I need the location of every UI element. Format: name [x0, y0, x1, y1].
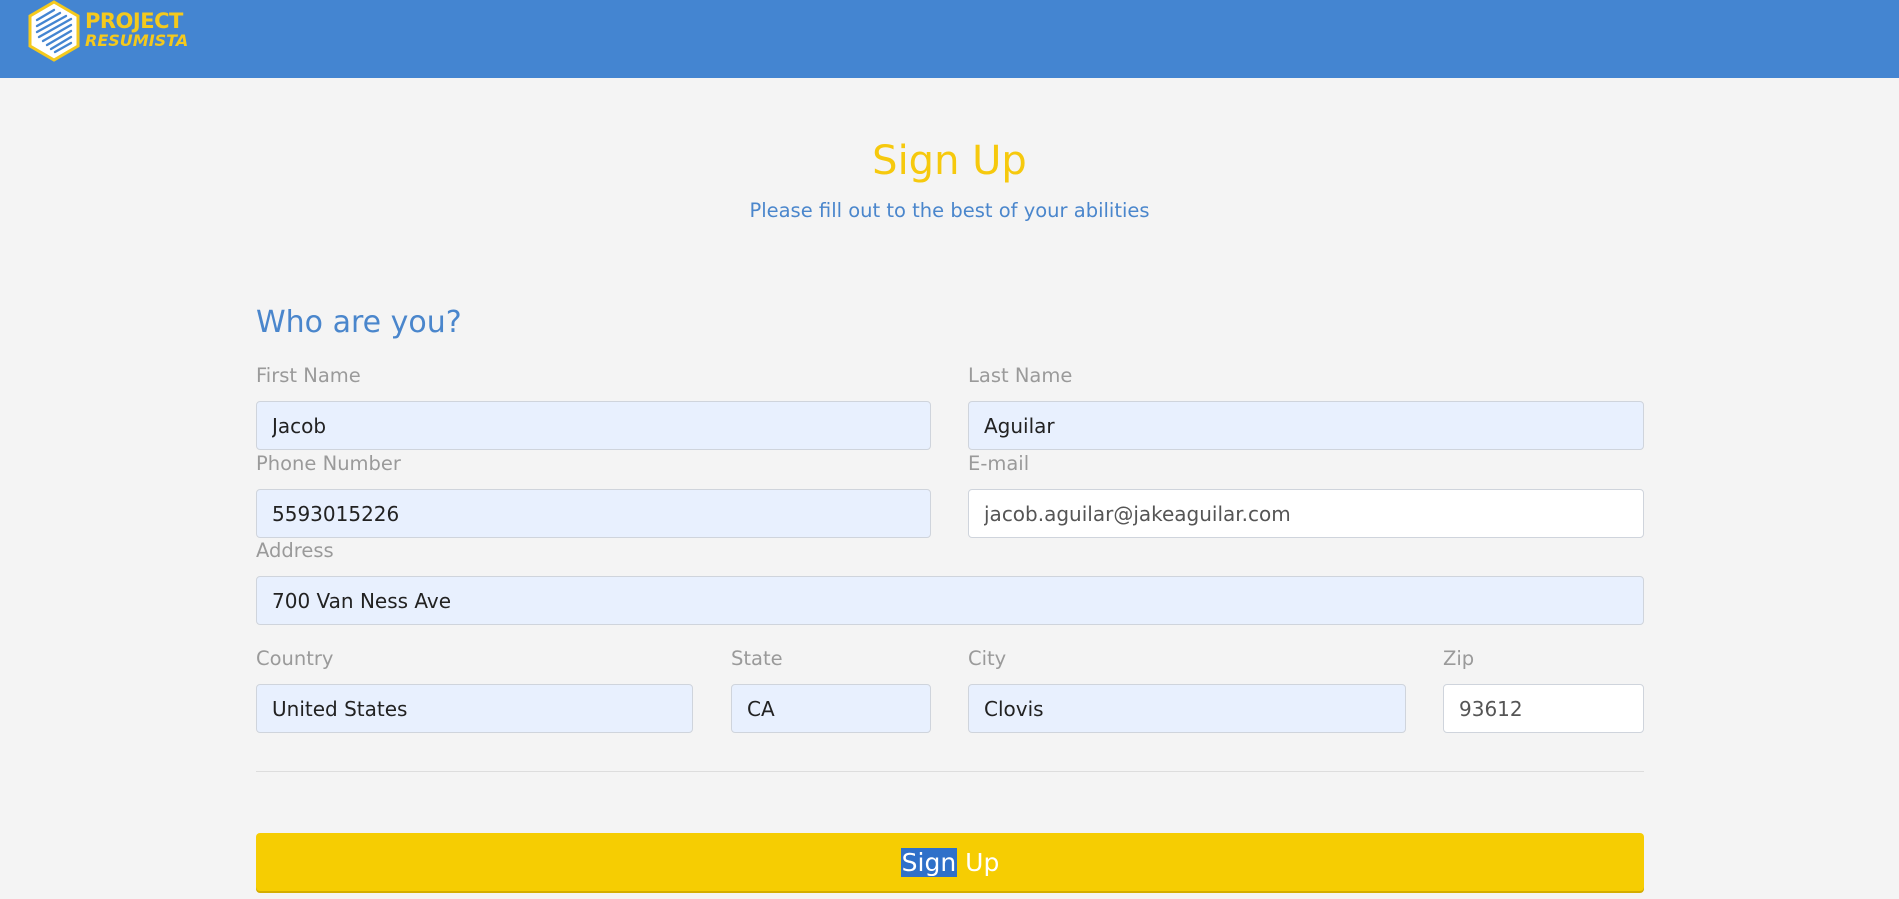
phone-field[interactable] [256, 489, 931, 538]
last-name-label: Last Name [968, 364, 1073, 387]
header-bar: PROJECT RESUMISTA [0, 0, 1899, 78]
email-field[interactable] [968, 489, 1644, 538]
first-name-label: First Name [256, 364, 361, 387]
first-name-field[interactable] [256, 401, 931, 450]
zip-label: Zip [1443, 647, 1475, 670]
zip-field[interactable] [1443, 684, 1644, 733]
page-subtitle: Please fill out to the best of your abil… [749, 199, 1150, 222]
sign-up-button[interactable]: Sign Up [256, 833, 1644, 891]
brand-logo[interactable]: PROJECT RESUMISTA [27, 0, 188, 62]
page-title: Sign Up [872, 138, 1027, 184]
city-label: City [968, 647, 1007, 670]
address-label: Address [256, 539, 334, 562]
last-name-field[interactable] [968, 401, 1644, 450]
brand-name-line1: PROJECT [85, 8, 183, 33]
brand-name: PROJECT RESUMISTA [85, 8, 189, 50]
section-title: Who are you? [256, 305, 462, 340]
selected-text: Sign [900, 847, 958, 877]
brand-name-line2: RESUMISTA [85, 30, 189, 50]
divider [256, 771, 1644, 772]
country-label: Country [256, 647, 334, 670]
city-field[interactable] [968, 684, 1406, 733]
email-label: E-mail [968, 452, 1030, 475]
state-label: State [731, 647, 783, 670]
country-field[interactable] [256, 684, 693, 733]
state-field[interactable] [731, 684, 931, 733]
phone-label: Phone Number [256, 452, 401, 475]
address-field[interactable] [256, 576, 1644, 625]
cube-lines-logo-icon [28, 0, 80, 62]
sign-up-button-label-rest: Up [957, 847, 1000, 877]
